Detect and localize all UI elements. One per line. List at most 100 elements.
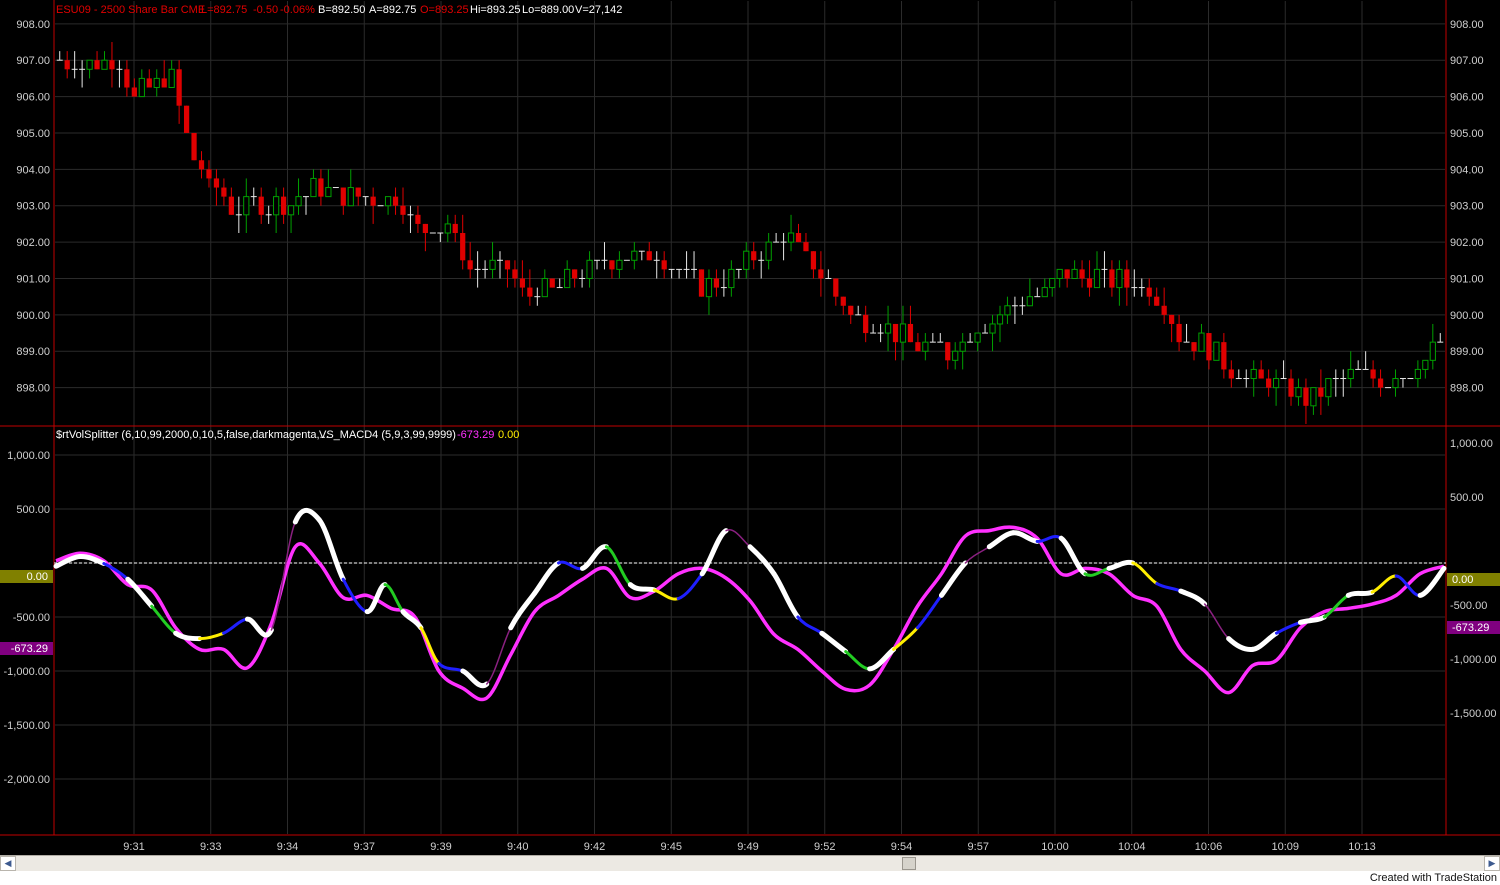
candle-body bbox=[1064, 269, 1070, 279]
indicator-tick-label: -1,000.00 bbox=[4, 666, 50, 678]
price-tick-label: 906.00 bbox=[16, 92, 50, 104]
candle-body bbox=[609, 260, 615, 270]
candle-body bbox=[527, 287, 533, 297]
right-zero-marker-text: 0.00 bbox=[1452, 574, 1473, 586]
horizontal-scrollbar[interactable]: ◀ ▶ bbox=[0, 855, 1500, 871]
indicator-tick-label: -1,500.00 bbox=[1450, 708, 1496, 720]
candle-body bbox=[168, 68, 175, 88]
candle-body bbox=[1169, 314, 1175, 324]
candle-body bbox=[64, 60, 70, 70]
candle-body bbox=[840, 296, 846, 306]
candle-body bbox=[907, 323, 914, 343]
time-tick-label: 9:39 bbox=[430, 841, 451, 853]
candle-body bbox=[833, 278, 839, 297]
candle-body bbox=[915, 342, 921, 352]
candle-body bbox=[1295, 387, 1302, 398]
indicator-tick-label: -500.00 bbox=[1450, 600, 1487, 612]
time-tick-label: 9:33 bbox=[200, 841, 221, 853]
candle-body bbox=[504, 260, 511, 270]
time-tick-label: 9:31 bbox=[123, 841, 144, 853]
candle-body bbox=[1056, 268, 1063, 279]
price-tick-label: 906.00 bbox=[1450, 92, 1484, 104]
time-tick-label: 10:00 bbox=[1041, 841, 1069, 853]
price-tick-label: 899.00 bbox=[1450, 346, 1484, 358]
candle-body bbox=[1086, 278, 1093, 288]
candle-body bbox=[989, 323, 996, 334]
price-tick-label: 905.00 bbox=[1450, 128, 1484, 140]
candle-body bbox=[1414, 368, 1421, 380]
candle-body bbox=[959, 341, 966, 352]
candle-body bbox=[1377, 378, 1384, 388]
candle-body bbox=[1370, 369, 1376, 379]
candle-body bbox=[1026, 296, 1033, 307]
time-tick-label: 10:04 bbox=[1118, 841, 1146, 853]
left-value-marker-text: -673.29 bbox=[11, 643, 48, 655]
candle-body bbox=[355, 187, 361, 197]
candle-body bbox=[153, 77, 160, 88]
price-tick-label: 907.00 bbox=[16, 55, 50, 67]
candle-body bbox=[467, 260, 473, 270]
candle-body bbox=[1429, 341, 1436, 361]
candle-body bbox=[519, 278, 526, 288]
candle-body bbox=[221, 187, 227, 197]
time-tick-label: 9:40 bbox=[507, 841, 528, 853]
candle-body bbox=[206, 169, 212, 179]
candle-body bbox=[1213, 341, 1220, 361]
candle-body bbox=[1004, 305, 1011, 316]
candle-body bbox=[661, 260, 667, 270]
time-tick-label: 9:49 bbox=[737, 841, 758, 853]
candle-body bbox=[86, 59, 93, 70]
candle-body bbox=[743, 250, 750, 270]
price-tick-label: 900.00 bbox=[1450, 310, 1484, 322]
candle-body bbox=[228, 196, 234, 215]
indicator-value-1: -673.29 bbox=[457, 429, 494, 441]
price-tick-label: 904.00 bbox=[1450, 164, 1484, 176]
header-open: O=893.25 bbox=[420, 4, 469, 16]
candle-body bbox=[1071, 268, 1078, 279]
candle-body bbox=[415, 214, 421, 224]
header-last: L=892.75 bbox=[201, 4, 247, 16]
scroll-right-button[interactable]: ▶ bbox=[1484, 856, 1500, 871]
candle-body bbox=[1146, 287, 1152, 297]
candle-body bbox=[1206, 333, 1212, 361]
time-tick-label: 10:09 bbox=[1271, 841, 1299, 853]
candle-body bbox=[899, 323, 907, 343]
time-tick-label: 9:37 bbox=[354, 841, 375, 853]
candle-body bbox=[646, 251, 652, 261]
candle-body bbox=[489, 259, 496, 270]
candle-body bbox=[460, 233, 466, 261]
left-zero-marker: 0.00 bbox=[0, 570, 53, 583]
candle-body bbox=[713, 278, 720, 288]
candle-body bbox=[1258, 369, 1264, 379]
time-tick-label: 9:57 bbox=[968, 841, 989, 853]
candle-body bbox=[183, 105, 190, 133]
indicator-tick-label: -1,500.00 bbox=[4, 720, 50, 732]
candle-body bbox=[810, 251, 817, 270]
candle-body bbox=[1198, 332, 1205, 352]
candle-body bbox=[161, 78, 167, 88]
candle-body bbox=[444, 223, 451, 234]
candle-body bbox=[138, 77, 145, 98]
candle-body bbox=[1288, 378, 1294, 397]
scrollbar-thumb[interactable] bbox=[902, 857, 916, 870]
candle-body bbox=[1347, 368, 1354, 380]
candle-body bbox=[1109, 269, 1115, 288]
candle-body bbox=[422, 223, 428, 234]
time-tick-label: 9:52 bbox=[814, 841, 835, 853]
credit-text: Created with TradeStation bbox=[1369, 872, 1497, 884]
right-zero-marker: 0.00 bbox=[1447, 573, 1500, 586]
candle-body bbox=[384, 196, 392, 207]
candle-body bbox=[109, 60, 115, 70]
candle-body bbox=[318, 178, 324, 197]
tradestation-chart: 908.00 907.00 906.00 905.00 904.00 903.00 902.… bbox=[0, 0, 1500, 855]
candle-body bbox=[787, 232, 795, 243]
candle-body bbox=[1191, 342, 1197, 352]
candle-body bbox=[848, 305, 854, 315]
scroll-left-button[interactable]: ◀ bbox=[0, 856, 16, 871]
candle-body bbox=[616, 259, 623, 270]
candle-body bbox=[512, 269, 518, 279]
left-value-marker: -673.29 bbox=[0, 642, 53, 655]
candle-body bbox=[1161, 305, 1167, 315]
price-tick-label: 899.00 bbox=[16, 346, 50, 358]
left-zero-marker-text: 0.00 bbox=[27, 571, 48, 583]
